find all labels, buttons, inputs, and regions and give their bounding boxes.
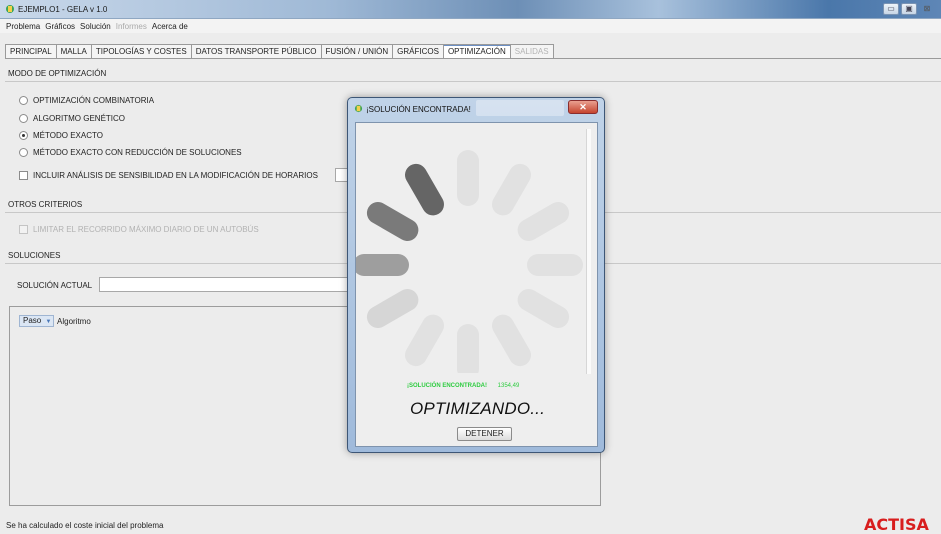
optimizing-status: OPTIMIZANDO... bbox=[409, 399, 546, 418]
other-criteria-title: OTROS CRITERIOS bbox=[8, 200, 83, 209]
solution-found-dialog: ¡SOLUCIÓN ENCONTRADA! ✕ ¡SOLUCIÓN ENCONT… bbox=[347, 97, 605, 453]
solution-found-line: ¡SOLUCIÓN ENCONTRADA! 1354,49 bbox=[407, 383, 519, 389]
column-paso-label: Paso bbox=[23, 316, 42, 325]
mode-genetico-label: ALGORITMO GENÉTICO bbox=[33, 114, 126, 123]
company-logo: ACTISA bbox=[864, 516, 941, 534]
dialog-scrollbar[interactable] bbox=[586, 129, 591, 374]
limit-route-checkbox bbox=[19, 225, 28, 234]
menu-bar: Problema Gráficos Solución Informes Acer… bbox=[0, 19, 941, 33]
window-controls: ▭ ▣ ⊠ bbox=[883, 3, 935, 15]
spinner-bar bbox=[527, 254, 583, 276]
column-algoritmo[interactable]: Algoritmo bbox=[54, 317, 91, 326]
solutions-title: SOLUCIONES bbox=[8, 251, 61, 260]
spinner-bar bbox=[405, 314, 444, 367]
sort-icon[interactable]: ▼ bbox=[45, 319, 51, 325]
solution-found-value: 1354,49 bbox=[497, 383, 520, 389]
spinner-bar bbox=[366, 289, 419, 328]
app-icon bbox=[6, 5, 14, 13]
limit-route-option: LIMITAR EL RECORRIDO MÁXIMO DIARIO DE UN… bbox=[19, 225, 259, 234]
mode-combinatoria-option[interactable]: OPTIMIZACIÓN COMBINATORIA bbox=[19, 96, 154, 105]
logo-text: ACTISA bbox=[864, 516, 929, 534]
close-button[interactable]: ⊠ bbox=[919, 3, 935, 15]
sensitivity-label: INCLUIR ANÁLISIS DE SENSIBILIDAD EN LA M… bbox=[33, 171, 318, 180]
mode-exacto-label: MÉTODO EXACTO bbox=[33, 131, 103, 140]
tab-graficos[interactable]: GRÁFICOS bbox=[393, 44, 444, 59]
tabs-divider bbox=[5, 58, 941, 59]
spinner-bar bbox=[517, 289, 570, 328]
dialog-close-button[interactable]: ✕ bbox=[568, 100, 598, 114]
menu-acerca-de[interactable]: Acerca de bbox=[152, 22, 188, 31]
mode-combinatoria-label: OPTIMIZACIÓN COMBINATORIA bbox=[33, 96, 155, 105]
table-header: Paso ▼ Algoritmo bbox=[19, 315, 91, 327]
spinner-bar bbox=[457, 150, 479, 206]
dialog-app-icon bbox=[354, 104, 363, 113]
menu-solucion[interactable]: Solución bbox=[80, 22, 111, 31]
tab-malla[interactable]: MALLA bbox=[56, 44, 92, 59]
current-solution-field[interactable] bbox=[99, 277, 349, 292]
column-paso[interactable]: Paso ▼ bbox=[19, 315, 54, 327]
status-bar-text: Se ha calculado el coste inicial del pro… bbox=[6, 521, 164, 530]
spinner-bar bbox=[492, 314, 531, 367]
dialog-title: ¡SOLUCIÓN ENCONTRADA! bbox=[366, 105, 471, 114]
sensitivity-checkbox[interactable] bbox=[19, 171, 28, 180]
tab-tipologias-costes[interactable]: TIPOLOGÍAS Y COSTES bbox=[91, 44, 192, 59]
mode-exacto-option[interactable]: MÉTODO EXACTO bbox=[19, 131, 103, 140]
sensitivity-option[interactable]: INCLUIR ANÁLISIS DE SENSIBILIDAD EN LA M… bbox=[19, 171, 318, 180]
mode-exacto-reduccion-option[interactable]: MÉTODO EXACTO CON REDUCCIÓN DE SOLUCIONE… bbox=[19, 148, 242, 157]
tab-principal[interactable]: PRINCIPAL bbox=[5, 44, 57, 59]
radio-exacto-reduccion[interactable] bbox=[19, 148, 28, 157]
spinner-bar bbox=[517, 202, 570, 241]
radio-combinatoria[interactable] bbox=[19, 96, 28, 105]
dialog-body: ¡SOLUCIÓN ENCONTRADA! 1354,49 OPTIMIZAND… bbox=[355, 122, 598, 447]
mode-genetico-option[interactable]: ALGORITMO GENÉTICO bbox=[19, 114, 125, 123]
menu-graficos[interactable]: Gráficos bbox=[45, 22, 75, 31]
maximize-button[interactable]: ▣ bbox=[901, 3, 917, 15]
spinner-bar bbox=[405, 163, 444, 216]
loading-spinner-icon bbox=[356, 150, 583, 373]
tab-fusion-union[interactable]: FUSIÓN / UNIÓN bbox=[321, 44, 394, 59]
main-tabs: PRINCIPAL MALLA TIPOLOGÍAS Y COSTES DATO… bbox=[5, 44, 554, 59]
menu-problema[interactable]: Problema bbox=[6, 22, 40, 31]
menu-informes: Informes bbox=[115, 21, 147, 31]
minimize-button[interactable]: ▭ bbox=[883, 3, 899, 15]
spinner-bar bbox=[366, 202, 419, 241]
spinner-bar bbox=[457, 324, 479, 373]
current-solution-label: SOLUCIÓN ACTUAL bbox=[17, 281, 93, 290]
tab-datos-transporte[interactable]: DATOS TRANSPORTE PÚBLICO bbox=[191, 44, 322, 59]
dialog-title-reflection bbox=[476, 100, 564, 116]
window-titlebar: EJEMPLO1 - GELA v 1.0 ▭ ▣ ⊠ bbox=[0, 0, 941, 19]
section-divider bbox=[5, 81, 941, 82]
optimization-mode-title: MODO DE OPTIMIZACIÓN bbox=[8, 69, 107, 78]
tab-salidas: SALIDAS bbox=[510, 44, 554, 59]
tab-optimizacion[interactable]: OPTIMIZACIÓN bbox=[443, 44, 511, 59]
spinner-bar bbox=[356, 254, 409, 276]
mode-exacto-reduccion-label: MÉTODO EXACTO CON REDUCCIÓN DE SOLUCIONE… bbox=[33, 148, 242, 157]
stop-button[interactable]: DETENER bbox=[457, 427, 512, 441]
radio-genetico[interactable] bbox=[19, 114, 28, 123]
solution-found-label: ¡SOLUCIÓN ENCONTRADA! bbox=[407, 383, 487, 389]
spinner-bar bbox=[492, 163, 531, 216]
window-title: EJEMPLO1 - GELA v 1.0 bbox=[18, 5, 108, 14]
limit-route-label: LIMITAR EL RECORRIDO MÁXIMO DIARIO DE UN… bbox=[33, 225, 259, 234]
radio-exacto[interactable] bbox=[19, 131, 28, 140]
